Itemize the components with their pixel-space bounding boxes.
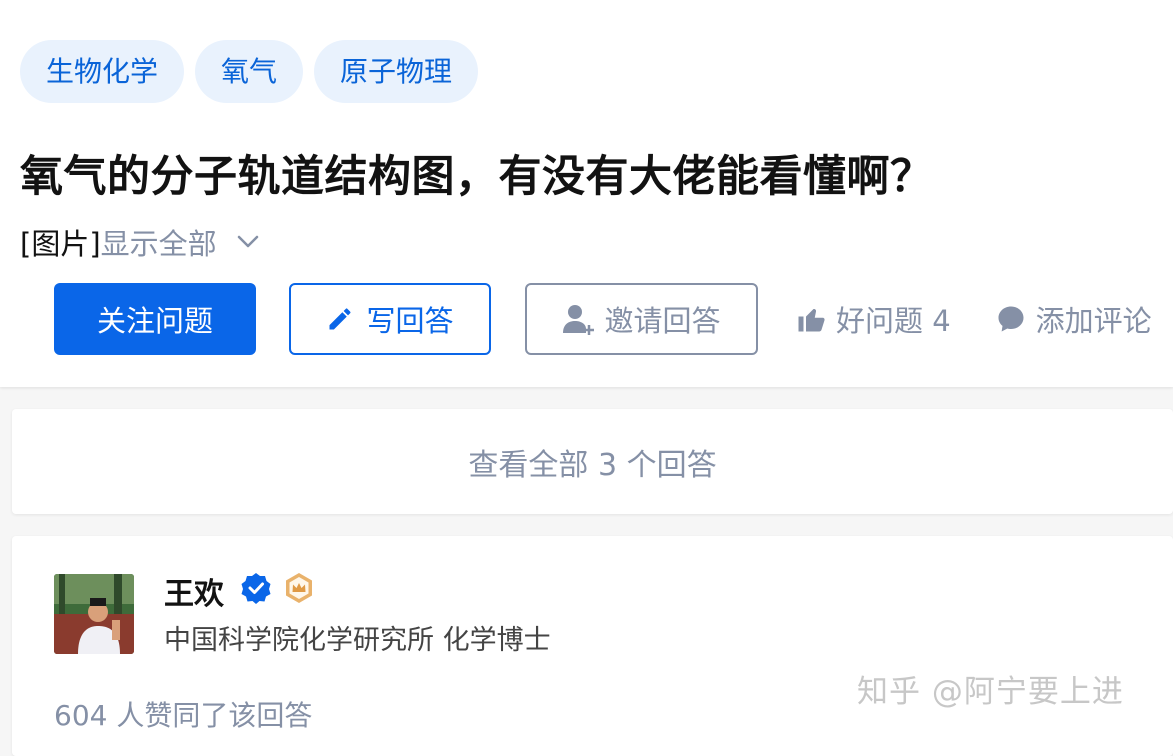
pencil-icon bbox=[329, 308, 351, 330]
invite-answer-button[interactable]: 邀请回答 bbox=[525, 283, 758, 355]
thumbs-up-icon bbox=[798, 309, 825, 332]
good-question-label: 好问题 4 bbox=[836, 304, 951, 338]
good-question-button[interactable]: 好问题 4 bbox=[796, 298, 951, 340]
question-header: 生物化学 氧气 原子物理 氧气的分子轨道结构图，有没有大佬能看懂啊？ [图片] … bbox=[0, 0, 1173, 387]
avatar[interactable] bbox=[54, 574, 134, 654]
add-comment-label: 添加评论 bbox=[1035, 304, 1152, 338]
write-answer-label: 写回答 bbox=[366, 304, 454, 338]
watermark: 知乎 @阿宁要上进 bbox=[857, 674, 1124, 710]
author-bio: 中国科学院化学研究所 化学博士 bbox=[164, 625, 551, 656]
avatar-photo bbox=[54, 574, 134, 654]
view-all-answers-card: 查看全部 3 个回答 bbox=[12, 409, 1173, 514]
invite-answer-label: 邀请回答 bbox=[604, 304, 721, 338]
answer-card: 王欢 中国科学院化学研究所 化学博士 604 人赞同了该回答 bbox=[12, 536, 1173, 756]
view-all-answers-link[interactable]: 查看全部 3 个回答 bbox=[12, 409, 1173, 514]
write-answer-button[interactable]: 写回答 bbox=[289, 283, 491, 355]
topic-tag[interactable]: 原子物理 bbox=[314, 40, 479, 103]
show-all-button[interactable]: 显示全部 bbox=[101, 221, 259, 263]
author-name[interactable]: 王欢 bbox=[164, 569, 224, 613]
vote-count: 604 人赞同了该回答 bbox=[54, 699, 313, 732]
verified-badge-icon bbox=[241, 573, 271, 604]
question-detail: [图片] 显示全部 bbox=[20, 221, 259, 263]
crown-badge-icon bbox=[286, 573, 312, 603]
chevron-down-icon bbox=[237, 235, 258, 248]
show-all-label: 显示全部 bbox=[100, 227, 217, 261]
question-detail-text: [图片] bbox=[20, 227, 101, 261]
add-user-icon bbox=[563, 305, 595, 335]
follow-question-button[interactable]: 关注问题 bbox=[54, 283, 256, 355]
follow-question-label: 关注问题 bbox=[96, 304, 213, 338]
topic-tag[interactable]: 氧气 bbox=[195, 40, 304, 103]
add-comment-button[interactable]: 添加评论 bbox=[996, 298, 1152, 340]
topic-list: 生物化学 氧气 原子物理 bbox=[20, 40, 479, 103]
question-actions: 关注问题 写回答 邀请回答 好问题 4 添加评论 bbox=[54, 283, 1152, 355]
comment-bubble-icon bbox=[998, 306, 1024, 332]
topic-tag[interactable]: 生物化学 bbox=[20, 40, 185, 103]
question-title: 氧气的分子轨道结构图，有没有大佬能看懂啊？ bbox=[20, 152, 934, 202]
